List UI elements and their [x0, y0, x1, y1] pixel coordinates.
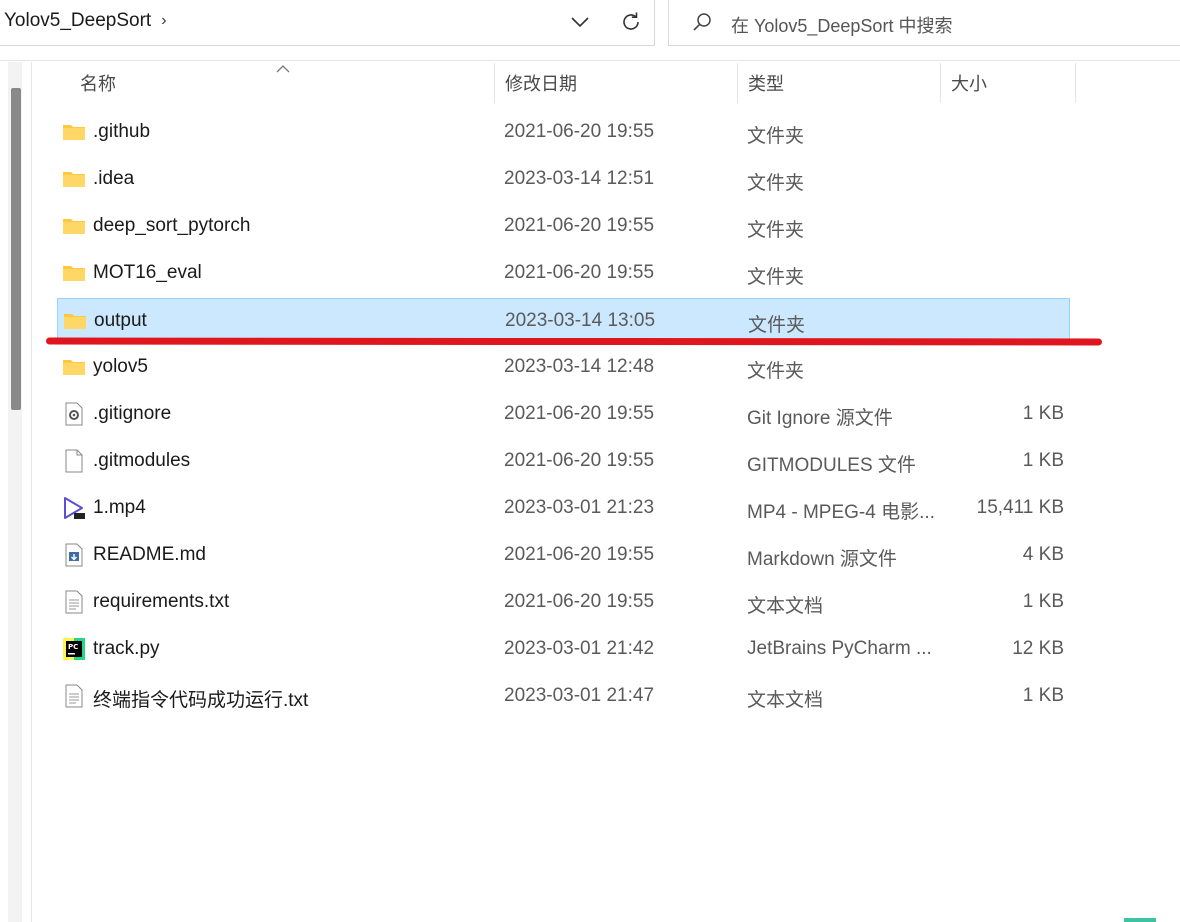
file-type: Git Ignore 源文件 [747, 408, 893, 429]
file-type: 文件夹 [747, 126, 805, 147]
file-size: 1 KB [1022, 685, 1064, 706]
breadcrumb-separator-icon[interactable]: › [161, 12, 166, 30]
file-type: 文件夹 [748, 315, 806, 336]
folder-icon [62, 167, 86, 191]
column-header-date[interactable]: 修改日期 [495, 63, 738, 103]
svg-text:PC: PC [68, 643, 78, 651]
file-modified-date: 2023-03-14 13:05 [505, 310, 656, 331]
file-size: 1 KB [1022, 403, 1064, 424]
file-row[interactable]: requirements.txt 2021-06-20 19:55 文本文档 1 KB [57, 580, 1070, 624]
file-modified-date: 2021-06-20 19:55 [504, 121, 655, 142]
file-row[interactable]: .gitmodules 2021-06-20 19:55 GITMODULES 文件… [57, 439, 1070, 483]
file-name[interactable]: .gitmodules [93, 450, 190, 472]
file-modified-date: 2023-03-01 21:23 [504, 497, 655, 518]
blank-file-icon [62, 449, 86, 473]
column-header-size[interactable]: 大小 [941, 63, 1076, 103]
file-type: 文件夹 [747, 220, 805, 241]
file-name[interactable]: .idea [93, 168, 134, 190]
file-type: 文本文档 [747, 690, 824, 711]
file-type: Markdown 源文件 [747, 549, 897, 570]
folder-icon [62, 120, 86, 144]
folder-icon [63, 309, 87, 333]
file-name[interactable]: 1.mp4 [93, 497, 146, 519]
column-header-type[interactable]: 类型 [738, 63, 941, 103]
toolbar-divider [0, 60, 1180, 61]
file-name[interactable]: 终端指令代码成功运行.txt [93, 685, 308, 712]
breadcrumb-item[interactable]: Yolov5_DeepSort [4, 10, 151, 32]
file-size: 1 KB [1022, 591, 1064, 612]
file-modified-date: 2021-06-20 19:55 [504, 591, 655, 612]
file-name[interactable]: deep_sort_pytorch [93, 215, 250, 237]
file-modified-date: 2023-03-01 21:42 [504, 638, 655, 659]
file-size: 4 KB [1022, 544, 1064, 565]
pycharm-file-icon: PC [62, 637, 86, 661]
text-file-icon [62, 684, 86, 708]
red-annotation-underline [45, 337, 1103, 346]
file-size: 15,411 KB [976, 497, 1064, 518]
file-modified-date: 2023-03-01 21:47 [504, 685, 655, 706]
search-box[interactable]: 在 Yolov5_DeepSort 中搜索 [668, 0, 1180, 46]
file-type: JetBrains PyCharm ... [747, 638, 932, 659]
file-type: 文本文档 [747, 596, 824, 617]
breadcrumb[interactable]: Yolov5_DeepSort › [4, 10, 167, 32]
text-file-icon [62, 590, 86, 614]
file-modified-date: 2023-03-14 12:48 [504, 356, 655, 377]
column-header-name[interactable]: 名称 [70, 63, 495, 103]
navigation-scrollbar-thumb[interactable] [11, 88, 21, 410]
search-icon [691, 11, 713, 33]
folder-icon [62, 214, 86, 238]
file-modified-date: 2021-06-20 19:55 [504, 403, 655, 424]
chevron-down-icon[interactable] [568, 10, 592, 34]
video-file-icon [62, 496, 86, 520]
corner-accent [1124, 918, 1156, 922]
markdown-file-icon [62, 543, 86, 567]
gear-file-icon [62, 402, 86, 426]
file-type: GITMODULES 文件 [747, 455, 916, 476]
file-type: 文件夹 [747, 173, 805, 194]
file-row[interactable]: output 2023-03-14 13:05 文件夹 [57, 298, 1070, 342]
file-name[interactable]: .github [93, 121, 150, 143]
file-row[interactable]: 终端指令代码成功运行.txt 2023-03-01 21:47 文本文档 1 KB [57, 674, 1070, 718]
file-modified-date: 2021-06-20 19:55 [504, 215, 655, 236]
file-modified-date: 2021-06-20 19:55 [504, 450, 655, 471]
file-name[interactable]: output [94, 310, 147, 332]
file-modified-date: 2021-06-20 19:55 [504, 544, 655, 565]
file-name[interactable]: .gitignore [93, 403, 171, 425]
file-modified-date: 2023-03-14 12:51 [504, 168, 655, 189]
file-row[interactable]: .github 2021-06-20 19:55 文件夹 [57, 110, 1070, 154]
file-type: 文件夹 [747, 361, 805, 382]
file-row[interactable]: deep_sort_pytorch 2021-06-20 19:55 文件夹 [57, 204, 1070, 248]
file-type: 文件夹 [747, 267, 805, 288]
file-row[interactable]: PC track.py 2023-03-01 21:42 JetBrains PyCh… [57, 627, 1070, 671]
file-size: 1 KB [1022, 450, 1064, 471]
file-type: MP4 - MPEG-4 电影... [747, 502, 935, 523]
folder-icon [62, 261, 86, 285]
file-row[interactable]: yolov5 2023-03-14 12:48 文件夹 [57, 345, 1070, 389]
file-name[interactable]: requirements.txt [93, 591, 229, 613]
file-row[interactable]: README.md 2021-06-20 19:55 Markdown 源文件 4 K… [57, 533, 1070, 577]
folder-icon [62, 355, 86, 379]
file-name[interactable]: MOT16_eval [93, 262, 202, 284]
file-row[interactable]: MOT16_eval 2021-06-20 19:55 文件夹 [57, 251, 1070, 295]
address-bar[interactable]: Yolov5_DeepSort › [0, 0, 655, 46]
file-row[interactable]: 1.mp4 2023-03-01 21:23 MP4 - MPEG-4 电影... 1… [57, 486, 1070, 530]
file-row[interactable]: .gitignore 2021-06-20 19:55 Git Ignore 源文件… [57, 392, 1070, 436]
file-row[interactable]: .idea 2023-03-14 12:51 文件夹 [57, 157, 1070, 201]
file-modified-date: 2021-06-20 19:55 [504, 262, 655, 283]
refresh-icon[interactable] [618, 9, 644, 35]
file-name[interactable]: track.py [93, 638, 160, 660]
search-input[interactable]: 在 Yolov5_DeepSort 中搜索 [731, 12, 952, 38]
file-name[interactable]: README.md [93, 544, 206, 566]
file-name[interactable]: yolov5 [93, 356, 148, 378]
file-size: 12 KB [1012, 638, 1064, 659]
